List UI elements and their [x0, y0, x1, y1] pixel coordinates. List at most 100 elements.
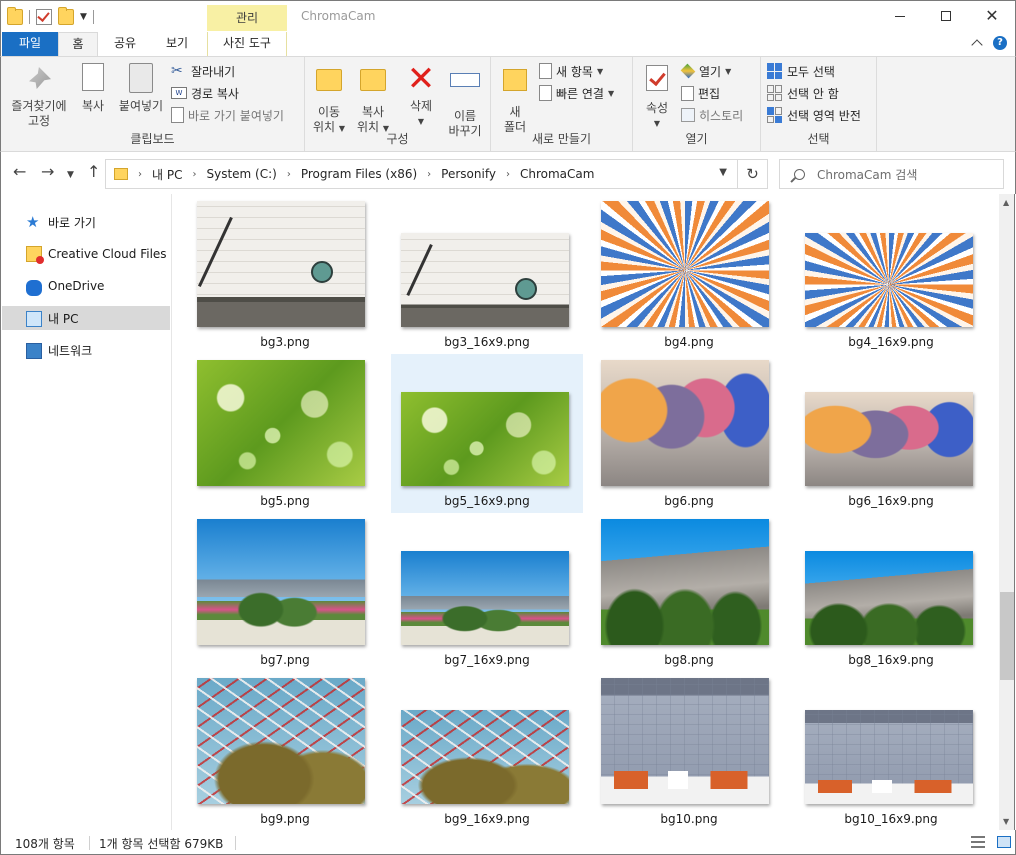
- properties-check-icon[interactable]: [36, 9, 52, 25]
- file-item[interactable]: bg3.png: [189, 195, 381, 354]
- breadcrumb-separator[interactable]: ›: [427, 169, 431, 180]
- chevron-down-icon: ▼: [653, 119, 661, 128]
- help-icon[interactable]: ?: [993, 36, 1007, 50]
- new-group: 새 폴더 새 항목 ▼ 빠른 연결 ▼ 새로 만들기: [491, 57, 633, 151]
- file-item[interactable]: bg4.png: [593, 195, 785, 354]
- tab-file[interactable]: 파일: [2, 32, 58, 56]
- address-bar[interactable]: › 내 PC › System (C:) › Program Files (x8…: [105, 159, 738, 189]
- scrollbar-thumb[interactable]: [1000, 592, 1014, 680]
- delete-label: 삭제: [409, 99, 433, 113]
- breadcrumb-system-c[interactable]: System (C:): [206, 167, 276, 181]
- large-icons-view-icon[interactable]: [997, 836, 1011, 848]
- recent-locations-chevron-icon[interactable]: ▼: [67, 167, 74, 183]
- delete-icon-wrap: ✕: [405, 62, 437, 96]
- cut-button[interactable]: ✂ 잘라내기: [171, 61, 235, 81]
- breadcrumb-this-pc[interactable]: 내 PC: [152, 166, 182, 183]
- sidebar-item-creative-cloud[interactable]: Creative Cloud Files: [2, 242, 170, 266]
- sidebar-item-quick-access[interactable]: ★ 바로 가기: [2, 210, 170, 234]
- vertical-scrollbar[interactable]: ▲ ▼: [999, 194, 1015, 830]
- select-none-button[interactable]: 선택 안 함: [767, 83, 839, 103]
- file-item[interactable]: bg5.png: [189, 354, 381, 513]
- file-thumbnail: [197, 201, 365, 327]
- forward-arrow-icon[interactable]: →: [41, 164, 54, 180]
- history-button[interactable]: 히스토리: [681, 105, 743, 125]
- sidebar-item-network[interactable]: 네트워크: [2, 338, 170, 362]
- rename-button[interactable]: 이름 바꾸기: [443, 63, 487, 139]
- new-folder-icon[interactable]: [58, 7, 74, 25]
- file-name: bg8_16x9.png: [848, 653, 934, 667]
- file-item[interactable]: bg6_16x9.png: [795, 354, 987, 513]
- breadcrumb-separator[interactable]: ›: [287, 169, 291, 180]
- status-bar: 108개 항목 1개 항목 선택함 679KB: [0, 830, 1016, 855]
- minimize-button[interactable]: [877, 1, 923, 31]
- file-item[interactable]: bg8_16x9.png: [795, 513, 987, 672]
- file-name: bg8.png: [664, 653, 714, 667]
- maximize-icon: [941, 11, 951, 21]
- file-name: bg9_16x9.png: [444, 812, 530, 826]
- qat-separator: [92, 10, 94, 24]
- details-view-icon[interactable]: [971, 836, 985, 848]
- maximize-button[interactable]: [923, 1, 969, 31]
- customize-qat-dropdown-icon[interactable]: ▼: [80, 12, 87, 22]
- tab-home[interactable]: 홈: [58, 32, 98, 56]
- paste-shortcut-button[interactable]: 바로 가기 붙여넣기: [171, 105, 284, 125]
- copy-to-button[interactable]: 복사 위치 ▼: [353, 63, 393, 136]
- sidebar-item-this-pc[interactable]: 내 PC: [2, 306, 170, 330]
- invert-selection-button[interactable]: 선택 영역 반전: [767, 105, 861, 125]
- breadcrumb-program-files-x86[interactable]: Program Files (x86): [301, 167, 417, 181]
- file-item[interactable]: bg10_16x9.png: [795, 672, 987, 830]
- search-box[interactable]: ChromaCam 검색: [779, 159, 1004, 189]
- properties-button[interactable]: 속성 ▼: [639, 63, 675, 131]
- easy-access-button[interactable]: 빠른 연결 ▼: [539, 83, 614, 103]
- move-to-button[interactable]: 이동 위치 ▼: [309, 63, 349, 136]
- file-item[interactable]: bg6.png: [593, 354, 785, 513]
- scroll-down-arrow-icon[interactable]: ▼: [1003, 817, 1009, 826]
- search-icon: [794, 168, 805, 180]
- organize-group-label: 구성: [386, 132, 409, 146]
- breadcrumb-chromacam[interactable]: ChromaCam: [520, 167, 594, 181]
- pin-to-quick-access-button[interactable]: 즐겨찾기에 고정: [7, 63, 71, 129]
- tab-picture-tools[interactable]: 사진 도구: [207, 32, 287, 56]
- up-arrow-icon[interactable]: ↑: [87, 164, 100, 180]
- file-item[interactable]: bg4_16x9.png: [795, 195, 987, 354]
- open-button[interactable]: 열기 ▼: [680, 61, 731, 81]
- file-item[interactable]: bg8.png: [593, 513, 785, 672]
- copy-button[interactable]: 복사: [75, 63, 111, 114]
- breadcrumb-separator[interactable]: ›: [506, 169, 510, 180]
- refresh-icon: ↻: [746, 165, 759, 183]
- file-item[interactable]: bg9_16x9.png: [391, 672, 583, 830]
- address-history-chevron-icon[interactable]: ▼: [719, 167, 727, 178]
- file-name: bg10_16x9.png: [844, 812, 938, 826]
- breadcrumb-separator[interactable]: ›: [138, 169, 142, 180]
- file-item[interactable]: bg10.png: [593, 672, 785, 830]
- back-arrow-icon[interactable]: ←: [13, 164, 26, 180]
- file-item[interactable]: bg5_16x9.png: [391, 354, 583, 513]
- cut-label: 잘라내기: [191, 64, 236, 79]
- file-item[interactable]: bg3_16x9.png: [391, 195, 583, 354]
- ribbon-tabs: 파일 홈 공유 보기 사진 도구 ?: [0, 32, 1016, 56]
- delete-button[interactable]: ✕ 삭제 ▼: [401, 62, 441, 129]
- scroll-up-arrow-icon[interactable]: ▲: [1003, 198, 1009, 207]
- tab-view[interactable]: 보기: [151, 32, 203, 56]
- collapse-ribbon-icon[interactable]: [971, 39, 983, 51]
- properties-icon: [646, 65, 668, 91]
- new-folder-button[interactable]: 새 폴더: [497, 63, 533, 135]
- easy-access-label: 빠른 연결: [556, 86, 604, 101]
- edit-button[interactable]: 편집: [681, 83, 720, 103]
- file-item[interactable]: bg7.png: [189, 513, 381, 672]
- file-item[interactable]: bg9.png: [189, 672, 381, 830]
- sidebar-item-onedrive[interactable]: OneDrive: [2, 274, 170, 298]
- breadcrumb-separator[interactable]: ›: [192, 169, 196, 180]
- pin-label-1: 즐겨찾기에: [11, 99, 67, 113]
- copy-path-button[interactable]: W 경로 복사: [171, 83, 239, 103]
- file-item[interactable]: bg7_16x9.png: [391, 513, 583, 672]
- paste-button[interactable]: 붙여넣기: [115, 63, 167, 114]
- new-item-button[interactable]: 새 항목 ▼: [539, 61, 603, 81]
- file-thumbnail: [805, 233, 973, 327]
- refresh-button[interactable]: ↻: [738, 159, 768, 189]
- close-button[interactable]: ✕: [969, 1, 1015, 31]
- select-all-button[interactable]: 모두 선택: [767, 61, 835, 81]
- tab-share[interactable]: 공유: [101, 32, 149, 56]
- file-name: bg3.png: [260, 335, 310, 349]
- breadcrumb-personify[interactable]: Personify: [441, 167, 496, 181]
